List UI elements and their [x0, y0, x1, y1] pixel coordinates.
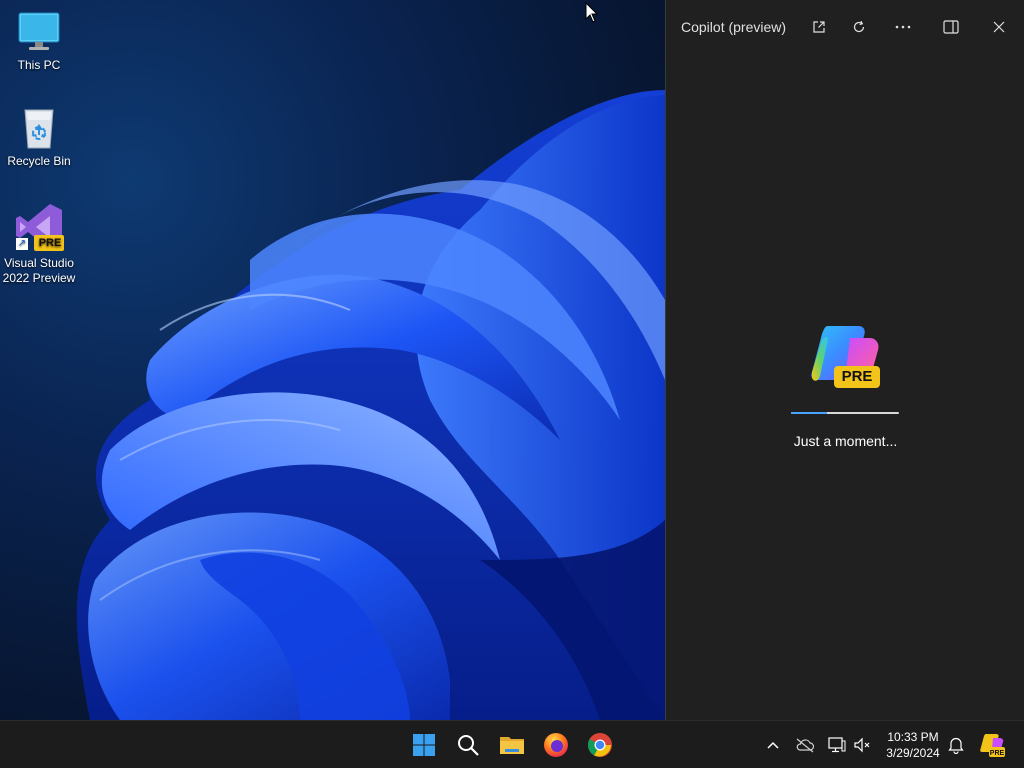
loading-progress-fill [791, 412, 827, 414]
file-explorer-button[interactable] [495, 728, 529, 762]
network-status[interactable] [825, 733, 849, 757]
desktop[interactable]: This PC Recycle Bin PRE ↗ Visual Studio … [0, 0, 665, 720]
desktop-icon-visual-studio[interactable]: PRE ↗ Visual Studio 2022 Preview [0, 202, 78, 286]
firefox-button[interactable] [539, 728, 573, 762]
monitor-icon [17, 10, 61, 54]
onedrive-status[interactable] [793, 733, 817, 757]
chrome-button[interactable] [583, 728, 617, 762]
network-icon [828, 737, 846, 753]
clock-date: 3/29/2024 [886, 746, 940, 760]
open-external-icon [813, 21, 825, 33]
clock[interactable]: 10:33 PM 3/29/2024 [876, 729, 950, 761]
refresh-button[interactable] [846, 14, 872, 40]
pre-badge: PRE [38, 237, 62, 249]
windows-start-icon [413, 734, 435, 756]
refresh-icon [853, 20, 865, 33]
loading-progress-bar [791, 412, 899, 414]
loading-status-text: Just a moment... [793, 433, 898, 449]
copilot-title: Copilot (preview) [681, 19, 787, 35]
volume-control[interactable] [851, 733, 875, 757]
pre-badge: PRE [841, 368, 873, 385]
desktop-icon-label: This PC [17, 58, 61, 72]
visual-studio-icon: PRE ↗ [14, 202, 64, 252]
close-button[interactable] [986, 14, 1012, 40]
dock-icon [943, 20, 959, 34]
mouse-cursor-icon [585, 2, 599, 23]
more-options-button[interactable] [890, 14, 916, 40]
copilot-taskbar-button[interactable]: PRE [978, 731, 1006, 759]
copilot-panel: Copilot (preview) PRE Just a moment... [665, 0, 1024, 720]
dock-button[interactable] [938, 14, 964, 40]
svg-text:PRE: PRE [990, 750, 1005, 757]
notifications-button[interactable] [944, 733, 968, 757]
volume-muted-icon [854, 737, 870, 753]
desktop-icon-recycle-bin[interactable]: Recycle Bin [0, 106, 78, 169]
file-explorer-icon [500, 737, 524, 754]
more-icon [895, 25, 911, 29]
notifications-icon [948, 737, 964, 754]
desktop-icon-this-pc[interactable]: This PC [0, 10, 78, 73]
start-button[interactable] [407, 728, 441, 762]
open-external-button[interactable] [806, 14, 832, 40]
clock-time: 10:33 PM [887, 730, 939, 744]
copilot-logo-icon: PRE [806, 320, 886, 400]
recycle-bin-icon [17, 106, 61, 150]
chrome-icon [587, 733, 612, 757]
taskbar: 10:33 PM 3/29/2024 PRE [0, 720, 1024, 768]
desktop-icon-label-line1: Visual Studio [4, 256, 74, 270]
search-icon [458, 735, 479, 756]
shortcut-arrow-icon: ↗ [16, 238, 28, 250]
wallpaper-bloom [76, 90, 665, 720]
desktop-icon-label: Recycle Bin [7, 154, 71, 168]
show-hidden-icons-button[interactable] [761, 733, 785, 757]
desktop-icon-label-line2: 2022 Preview [2, 271, 76, 285]
search-button[interactable] [451, 728, 485, 762]
close-icon [993, 21, 1005, 33]
cloud-offline-icon [796, 738, 815, 753]
copilot-icon: PRE [980, 734, 1005, 757]
chevron-up-icon [767, 741, 779, 749]
firefox-icon [544, 733, 568, 757]
